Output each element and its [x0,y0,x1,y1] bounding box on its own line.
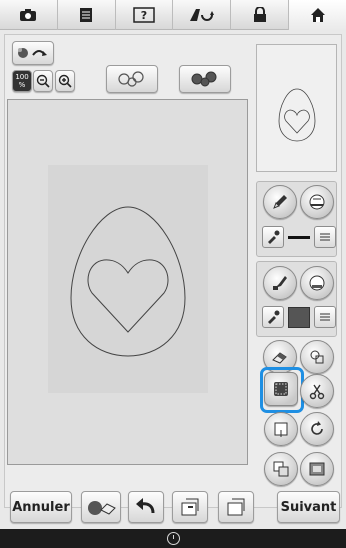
svg-text:?: ? [141,9,147,22]
import-button[interactable] [172,491,208,523]
help-icon[interactable]: ? [116,0,174,30]
sewing-machine-icon[interactable] [173,0,232,30]
cancel-button[interactable]: Annuler [10,491,72,523]
stamp-icon[interactable] [300,340,334,374]
line-type-icon[interactable] [300,185,334,219]
clock-icon [166,532,180,545]
drawing-canvas[interactable] [7,99,248,465]
zoom-out-button[interactable] [33,70,53,92]
line-color-swatch [288,236,310,239]
image-display-icon[interactable] [300,452,334,486]
preview-egg-heart [278,88,316,142]
home-icon[interactable] [289,0,346,30]
line-pattern-button[interactable] [106,65,158,93]
undo-button[interactable] [128,491,164,523]
camera-icon[interactable] [0,0,58,30]
region-options-icon[interactable] [314,306,336,328]
export-button[interactable] [218,491,254,523]
pattern-preview [256,44,337,172]
document-icon[interactable] [58,0,116,30]
move-area-icon[interactable] [264,412,298,446]
filled-pattern-button[interactable] [179,65,231,93]
erase-all-button[interactable] [81,491,121,523]
line-options-icon[interactable] [314,226,336,248]
rotate-pattern-button[interactable] [12,41,54,65]
line-color-picker-icon[interactable] [262,226,284,248]
zoom-level-label: 100 % [12,70,32,92]
copy-area-icon[interactable] [264,452,298,486]
region-color-picker-icon[interactable] [262,306,284,328]
zoom-in-button[interactable] [55,70,75,92]
egg-heart-drawing [70,206,186,357]
lock-icon[interactable] [231,0,290,30]
line-draw-pencil-icon[interactable] [263,185,297,219]
scissors-icon[interactable] [300,374,334,408]
status-bar [0,529,346,548]
region-color-swatch [288,307,310,328]
bottom-bar: Annuler Suivant [0,487,346,529]
top-toolbar: ? [0,0,346,30]
selected-tool-highlight [260,367,304,413]
region-type-icon[interactable] [300,266,334,300]
rotate-icon[interactable] [300,412,334,446]
region-fill-brush-icon[interactable] [263,266,297,300]
next-button[interactable]: Suivant [277,491,340,523]
